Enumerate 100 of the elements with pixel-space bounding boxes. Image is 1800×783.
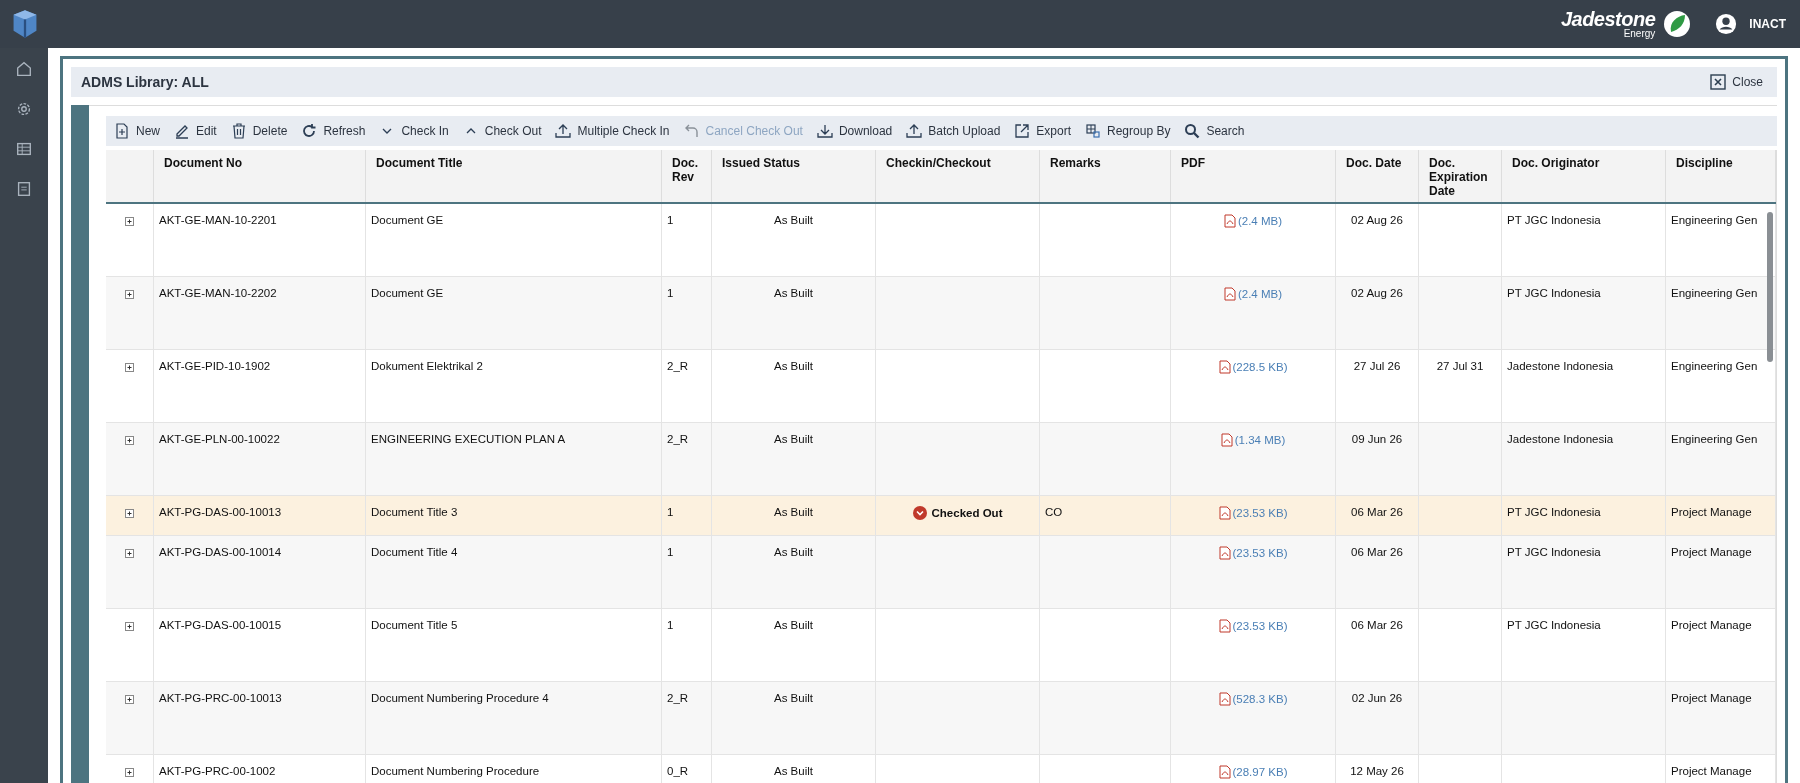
table-row[interactable]: AKT-PG-DAS-00-10013 Document Title 3 1 As Built Checked Out CO (23.53 KB) 06 Mar 26 PT JGC Indonesia Project Manage xyxy=(106,496,1776,536)
pdf-link[interactable]: (228.5 KB) xyxy=(1232,361,1288,373)
pdf-link[interactable]: (28.97 KB) xyxy=(1232,766,1288,778)
user-icon[interactable] xyxy=(1715,13,1738,35)
pdf-link[interactable]: (1.34 MB) xyxy=(1234,434,1286,446)
pdf-link[interactable]: (2.4 MB) xyxy=(1237,215,1283,227)
checkout-status: Checked Out xyxy=(931,507,1003,519)
upload-icon xyxy=(555,123,572,139)
pdf-link[interactable]: (23.53 KB) xyxy=(1232,547,1288,559)
trash-icon xyxy=(230,123,247,139)
user-name[interactable]: INACT xyxy=(1749,17,1786,31)
column-header[interactable]: Doc. Rev xyxy=(662,150,712,202)
table-cell: 1 xyxy=(667,287,674,299)
toolbar-button[interactable]: Multiple Check In xyxy=(555,123,670,139)
table-cell: Project Manage xyxy=(1671,546,1752,558)
column-header[interactable]: Document Title xyxy=(366,150,662,202)
toolbar-button[interactable]: New xyxy=(114,123,160,139)
table-cell: Project Manage xyxy=(1671,692,1752,704)
table-cell: As Built xyxy=(774,765,813,777)
expand-icon[interactable] xyxy=(125,768,134,777)
expand-icon[interactable] xyxy=(125,622,134,631)
home-icon[interactable] xyxy=(15,60,33,78)
pencil-icon xyxy=(174,123,190,139)
close-icon xyxy=(1710,74,1727,90)
pdf-link[interactable]: (23.53 KB) xyxy=(1232,507,1288,519)
table-cell: Document GE xyxy=(371,287,444,299)
table-cell: AKT-PG-PRC-00-10013 xyxy=(159,692,282,704)
column-header[interactable]: Discipline xyxy=(1666,150,1776,202)
table-row[interactable]: AKT-PG-PRC-00-10013 Document Numbering Procedure 4 2_R As Built (528.3 KB) 02 Jun 26 Project Manage xyxy=(106,682,1776,755)
toolbar-button[interactable]: Regroup By xyxy=(1085,123,1171,139)
table-cell: 1 xyxy=(667,619,674,631)
table-cell: 27 Jul 26 xyxy=(1353,360,1401,372)
toolbar-button[interactable]: Search xyxy=(1184,123,1245,139)
table-cell: As Built xyxy=(774,546,813,558)
column-header[interactable]: Doc. Date xyxy=(1336,150,1419,202)
table-cell: 1 xyxy=(667,506,674,518)
table-row[interactable]: AKT-PG-DAS-00-10014 Document Title 4 1 As Built (23.53 KB) 06 Mar 26 PT JGC Indonesia Project Manage xyxy=(106,536,1776,609)
table-cell: Document Title 5 xyxy=(371,619,458,631)
toolbar-button[interactable]: Export xyxy=(1014,123,1072,139)
column-header[interactable]: Checkin/Checkout xyxy=(876,150,1040,202)
table-cell: 2_R xyxy=(667,433,689,445)
table-cell: Jadestone Indonesia xyxy=(1507,433,1614,445)
expand-icon[interactable] xyxy=(125,549,134,558)
table-row[interactable]: AKT-GE-PLN-00-10022 ENGINEERING EXECUTION PLAN A 2_R As Built (1.34 MB) 09 Jun 26 Jadestone Indonesia Engineering Gen xyxy=(106,423,1776,496)
toolbar-button[interactable]: Check In xyxy=(379,123,449,139)
pdf-link[interactable]: (23.53 KB) xyxy=(1232,620,1288,632)
brand-name: Jadestone xyxy=(1560,9,1656,29)
table-cell: 09 Jun 26 xyxy=(1351,433,1403,445)
pdf-icon xyxy=(1218,692,1231,706)
download-icon xyxy=(816,123,833,139)
column-header[interactable]: Issued Status xyxy=(712,150,876,202)
toolbar-button[interactable]: Refresh xyxy=(301,123,366,139)
table-cell: AKT-GE-PID-10-1902 xyxy=(159,360,271,372)
table-cell: As Built xyxy=(774,214,813,226)
document-icon[interactable] xyxy=(15,180,33,198)
table-cell: PT JGC Indonesia xyxy=(1507,619,1601,631)
grid-icon[interactable] xyxy=(15,140,33,158)
pdf-link[interactable]: (2.4 MB) xyxy=(1237,288,1283,300)
table-cell: Engineering Gen xyxy=(1671,287,1758,299)
close-button[interactable]: Close xyxy=(1708,72,1765,92)
export-icon xyxy=(1014,123,1031,139)
table-cell: Document Title 4 xyxy=(371,546,458,558)
scrollbar-thumb[interactable] xyxy=(1767,212,1773,362)
column-header[interactable]: PDF xyxy=(1171,150,1336,202)
expand-icon[interactable] xyxy=(125,695,134,704)
expand-icon[interactable] xyxy=(125,217,134,226)
toolbar-button[interactable]: Delete xyxy=(230,123,288,139)
pdf-link[interactable]: (528.3 KB) xyxy=(1232,693,1288,705)
table-cell: Engineering Gen xyxy=(1671,360,1758,372)
expand-icon[interactable] xyxy=(125,436,134,445)
settings-icon[interactable] xyxy=(15,100,33,118)
table-row[interactable]: AKT-GE-MAN-10-2201 Document GE 1 As Built (2.4 MB) 02 Aug 26 PT JGC Indonesia Engineering Gen xyxy=(106,204,1776,277)
toolbar-button[interactable]: Edit xyxy=(174,123,217,139)
pdf-icon xyxy=(1223,214,1236,228)
column-header[interactable]: Doc. Expiration Date xyxy=(1419,150,1502,202)
table-cell: PT JGC Indonesia xyxy=(1507,214,1601,226)
column-header[interactable]: Doc. Originator xyxy=(1502,150,1666,202)
pdf-icon xyxy=(1218,765,1231,779)
checked-out-icon xyxy=(912,506,927,520)
table-row[interactable]: AKT-GE-PID-10-1902 Dokument Elektrikal 2 2_R As Built (228.5 KB) 27 Jul 26 27 Jul 31 Jadestone Indonesia Engineering Gen xyxy=(106,350,1776,423)
expand-icon[interactable] xyxy=(125,509,134,518)
table-row[interactable]: AKT-PG-DAS-00-10015 Document Title 5 1 As Built (23.53 KB) 06 Mar 26 PT JGC Indonesia Project Manage xyxy=(106,609,1776,682)
pdf-icon xyxy=(1218,546,1231,560)
table-cell: Project Manage xyxy=(1671,619,1752,631)
table-cell: 02 Aug 26 xyxy=(1351,214,1403,226)
leaf-logo-icon xyxy=(1663,10,1692,38)
expand-icon[interactable] xyxy=(125,363,134,372)
table-cell: Document Numbering Procedure xyxy=(371,765,540,777)
table-cell: Dokument Elektrikal 2 xyxy=(371,360,483,372)
toolbar-button[interactable]: Batch Upload xyxy=(906,123,1001,139)
panel-title: ADMS Library: ALL xyxy=(81,74,209,90)
table-row[interactable]: AKT-GE-MAN-10-2202 Document GE 1 As Built (2.4 MB) 02 Aug 26 PT JGC Indonesia Engineering Gen xyxy=(106,277,1776,350)
column-header[interactable]: Document No xyxy=(154,150,366,202)
table-cell: As Built xyxy=(774,692,813,704)
toolbar-button[interactable]: Check Out xyxy=(462,123,542,139)
toolbar-button[interactable]: Download xyxy=(816,123,893,139)
table-cell: AKT-PG-PRC-00-1002 xyxy=(159,765,276,777)
column-header[interactable]: Remarks xyxy=(1040,150,1171,202)
table-cell: As Built xyxy=(774,287,813,299)
expand-icon[interactable] xyxy=(125,290,134,299)
